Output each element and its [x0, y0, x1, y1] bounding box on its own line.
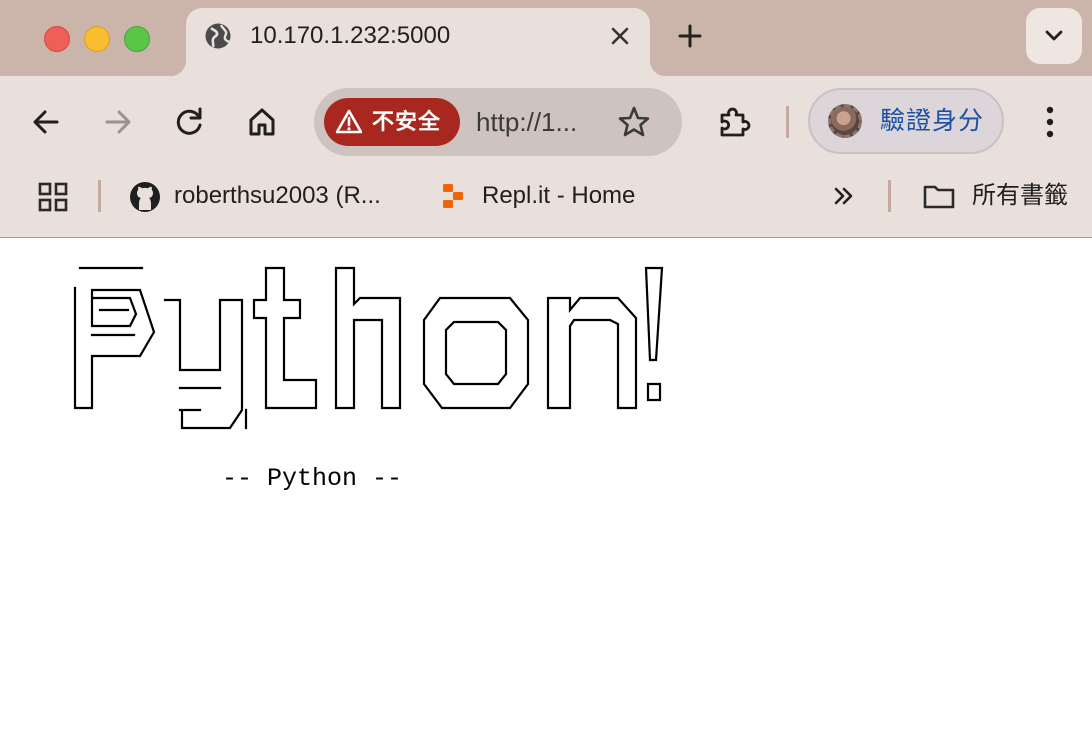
- window-zoom-button[interactable]: [124, 26, 150, 52]
- window-close-button[interactable]: [44, 26, 70, 52]
- bookmark-item-replit[interactable]: Repl.it - Home: [440, 168, 660, 224]
- address-bar[interactable]: 不安全 http://1...: [314, 88, 682, 156]
- reload-icon[interactable]: [172, 104, 208, 140]
- bookmark-item-github[interactable]: roberthsu2003 (R...: [128, 168, 408, 224]
- home-icon[interactable]: [244, 104, 280, 140]
- page-caption: -- Python --: [222, 464, 403, 493]
- star-icon[interactable]: [616, 104, 652, 140]
- navigation-toolbar: 不安全 http://1... 驗證身分: [0, 76, 1092, 168]
- globe-icon: [205, 23, 231, 49]
- folder-icon: [923, 185, 955, 209]
- replit-icon: [443, 184, 463, 208]
- window-minimize-button[interactable]: [84, 26, 110, 52]
- grid-icon[interactable]: [36, 180, 70, 214]
- arrow-left-icon[interactable]: [28, 104, 64, 140]
- plus-icon[interactable]: [672, 18, 708, 54]
- puzzle-icon[interactable]: [716, 104, 752, 140]
- github-icon: [130, 182, 160, 212]
- ascii-art-banner: [73, 266, 664, 430]
- tab-search-button[interactable]: [1026, 8, 1082, 64]
- tab-title: 10.170.1.232:5000: [250, 22, 451, 49]
- all-bookmarks-label: 所有書籤: [972, 182, 1068, 209]
- security-label: 不安全: [372, 109, 442, 134]
- toolbar-separator: [786, 106, 789, 138]
- warning-icon: [336, 109, 362, 134]
- bookmarks-separator: [98, 180, 101, 212]
- arrow-right-icon[interactable]: [100, 104, 136, 140]
- vertical-dots-icon[interactable]: [1036, 104, 1064, 140]
- tab-active[interactable]: 10.170.1.232:5000: [170, 8, 666, 76]
- browser-chrome: 10.170.1.232:5000 不安全 http://1... 驗證身分 r…: [0, 0, 1092, 238]
- avatar: [828, 104, 862, 138]
- bookmark-label: Repl.it - Home: [482, 182, 636, 209]
- bookmarks-bar: roberthsu2003 (R... Repl.it - Home 所有書籤: [0, 168, 1092, 238]
- bookmark-label: roberthsu2003 (R...: [174, 182, 381, 209]
- chevron-down-icon: [1045, 30, 1063, 41]
- url-text[interactable]: http://1...: [476, 88, 577, 156]
- double-chevron-right-icon[interactable]: [830, 182, 858, 210]
- all-bookmarks-button[interactable]: 所有書籤: [920, 168, 1080, 224]
- tab-strip: 10.170.1.232:5000: [0, 0, 1092, 76]
- close-icon[interactable]: [606, 22, 634, 50]
- profile-button[interactable]: 驗證身分: [808, 88, 1004, 154]
- page-content: -- Python --: [0, 238, 1092, 740]
- profile-label: 驗證身分: [880, 107, 985, 135]
- security-indicator[interactable]: 不安全: [324, 98, 460, 146]
- bookmarks-separator: [888, 180, 891, 212]
